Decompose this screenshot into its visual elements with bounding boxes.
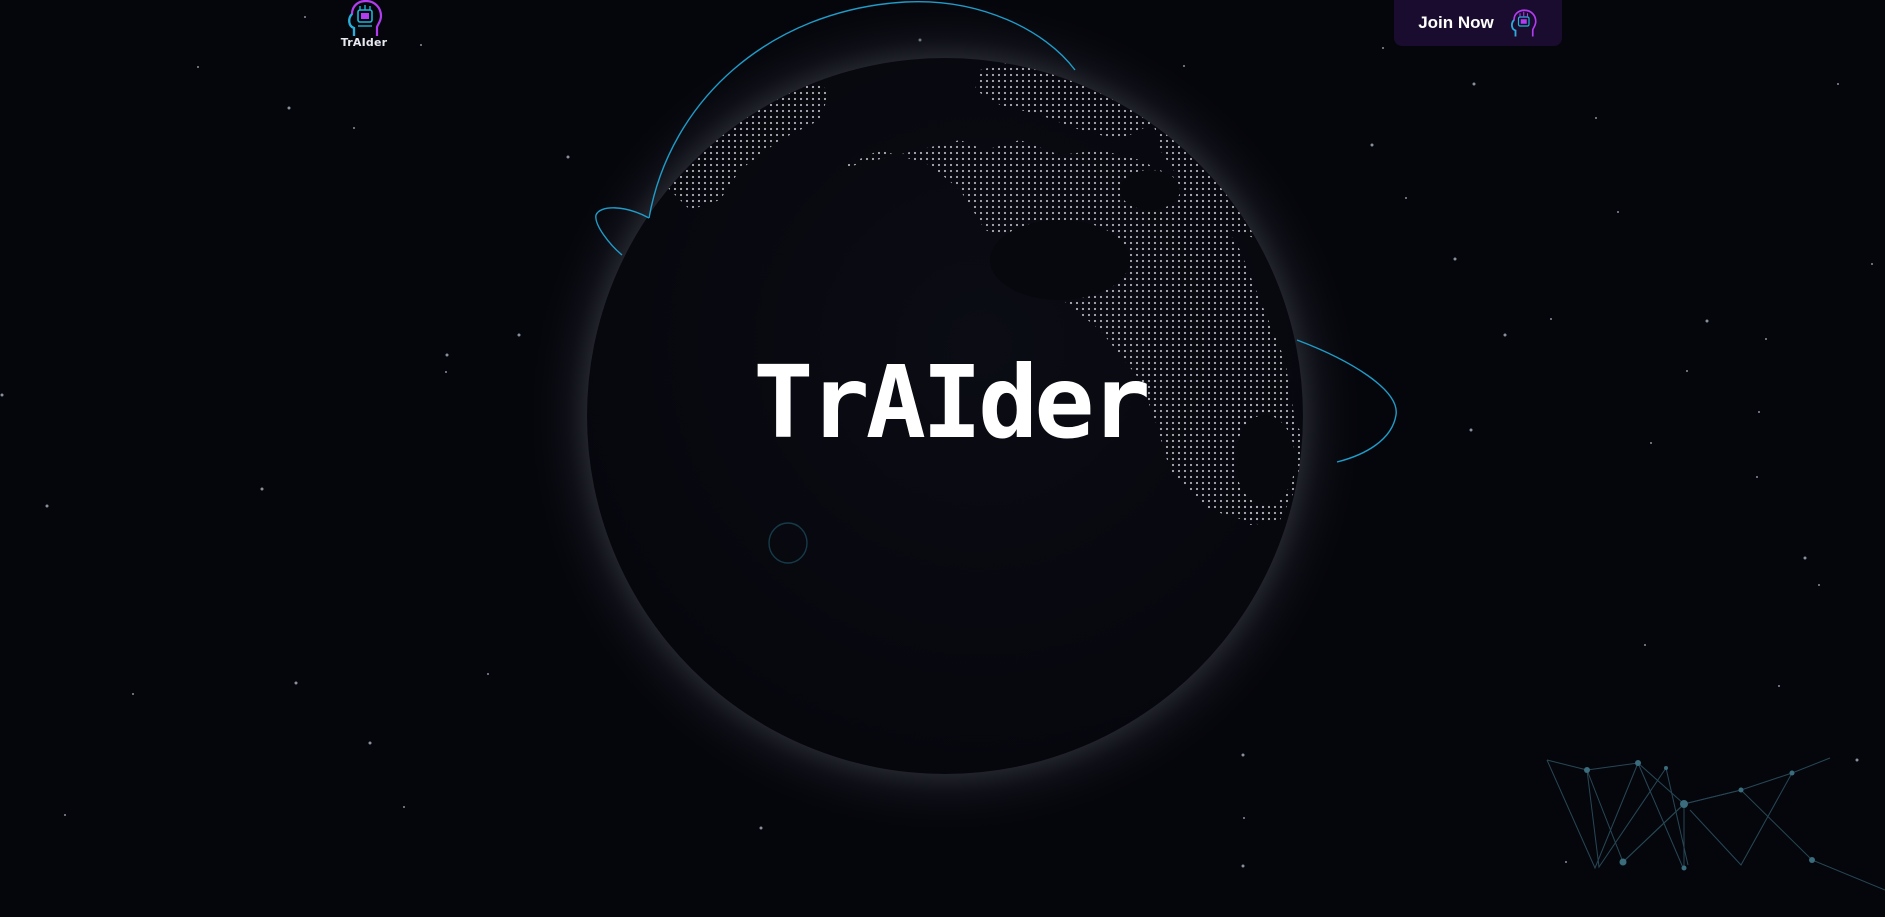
brand-logo[interactable]: TrAIder xyxy=(338,0,390,54)
hero-title: TrAIder xyxy=(753,344,1150,461)
robot-head-brain-icon xyxy=(348,0,383,36)
network-constellation-decoration xyxy=(1546,757,1885,891)
join-now-label: Join Now xyxy=(1418,13,1494,32)
robot-head-brain-icon xyxy=(1510,9,1537,37)
join-now-button[interactable]: Join Now xyxy=(1394,0,1562,46)
logo-text: TrAIder xyxy=(340,36,388,49)
